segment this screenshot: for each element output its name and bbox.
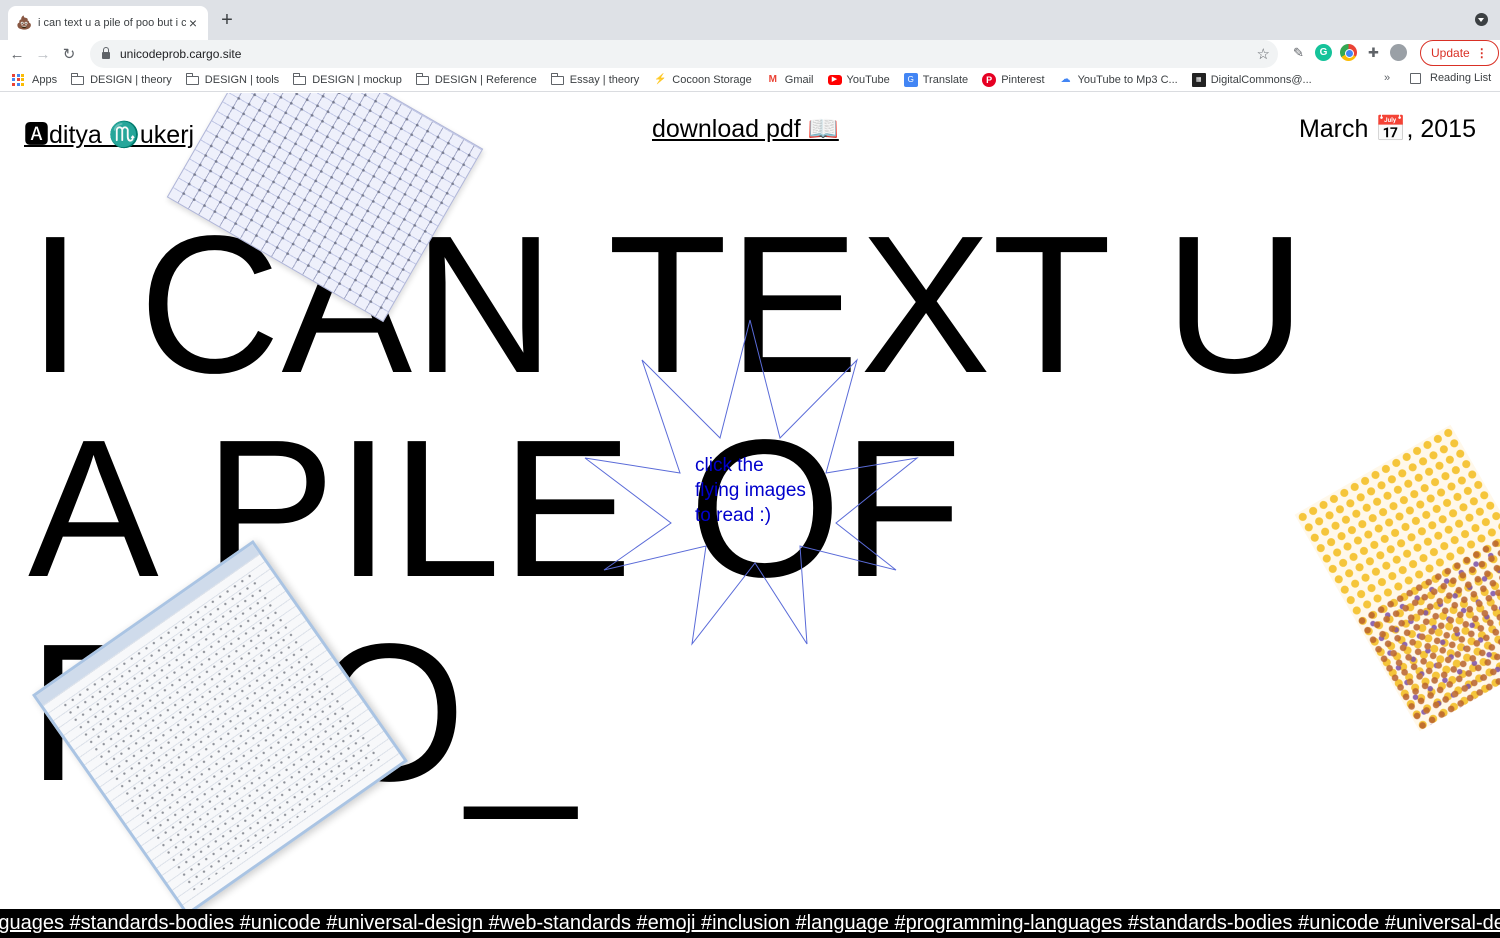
starburst-line: to read :) — [695, 505, 772, 526]
bolt-icon: ⚡ — [654, 73, 667, 85]
web-page: I CAN TEXT U A PILE OF POO_ 🅰ditya ♏uker… — [0, 93, 1500, 938]
bookmark-youtube-mp3[interactable]: ☁ YouTube to Mp3 C... — [1059, 73, 1178, 87]
apps-grid-icon — [12, 73, 24, 86]
bookmark-star-icon[interactable]: ☆ — [1257, 45, 1270, 63]
bookmark-design-theory[interactable]: DESIGN | theory — [70, 73, 172, 86]
bookmark-label: DESIGN | theory — [90, 73, 172, 86]
bookmark-label: DESIGN | Reference — [434, 73, 537, 86]
pinterest-icon: P — [982, 72, 997, 87]
folder-icon — [185, 73, 199, 85]
bookmark-label: DESIGN | mockup — [312, 73, 402, 86]
profile-avatar-icon[interactable] — [1390, 44, 1407, 61]
reading-list-button[interactable]: Reading List — [1410, 72, 1491, 84]
address-bar[interactable]: unicodeprob.cargo.site ☆ — [90, 40, 1278, 68]
folder-icon — [292, 73, 307, 85]
flying-emoji-chart-image[interactable] — [1294, 424, 1500, 732]
close-tab-icon[interactable]: × — [186, 15, 200, 31]
extensions-puzzle-icon[interactable]: ✚ — [1365, 44, 1382, 61]
author-link[interactable]: 🅰ditya ♏ukerj — [24, 115, 194, 151]
browser-tab-strip: 💩 i can text u a pile of poo but i c × + — [0, 0, 1500, 40]
browser-tab[interactable]: 💩 i can text u a pile of poo but i c × — [8, 6, 208, 40]
reading-list-icon — [1410, 72, 1421, 84]
reload-icon[interactable]: ↻ — [56, 45, 82, 63]
bookmark-cocoon-storage[interactable]: ⚡ Cocoon Storage — [653, 73, 752, 87]
bookmark-design-mockup[interactable]: DESIGN | mockup — [292, 73, 402, 86]
bookmark-design-tools[interactable]: DESIGN | tools — [185, 73, 280, 86]
bookmark-youtube[interactable]: ▶ YouTube — [827, 73, 890, 86]
new-tab-button[interactable]: + — [216, 9, 238, 31]
bookmark-label: YouTube to Mp3 C... — [1077, 73, 1178, 86]
update-button[interactable]: Update ⋮ — [1420, 40, 1499, 66]
bookmark-label: Cocoon Storage — [672, 73, 752, 86]
forward-arrow-icon[interactable]: → — [30, 46, 56, 63]
hashtag-marquee: -languages #standards-bodies #unicode #u… — [0, 909, 1500, 938]
folder-icon — [550, 73, 564, 85]
bookmark-essay-theory[interactable]: Essay | theory — [550, 73, 640, 86]
tab-title: i can text u a pile of poo but i c — [38, 17, 186, 29]
tab-search-icon[interactable] — [1475, 13, 1488, 26]
download-cloud-icon: ☁ — [1060, 73, 1071, 85]
bookmark-gmail[interactable]: M Gmail — [766, 73, 814, 87]
extension-icons: ✎ G ✚ — [1290, 44, 1407, 61]
more-bookmarks-chevron-icon[interactable]: » — [1384, 72, 1390, 84]
bookmark-label: Gmail — [784, 73, 814, 86]
bookmark-pinterest[interactable]: P Pinterest — [982, 72, 1045, 87]
bookmark-digitalcommons[interactable]: ▦ DigitalCommons@... — [1191, 72, 1312, 87]
kebab-menu-icon: ⋮ — [1475, 46, 1488, 60]
bookmark-label: DESIGN | tools — [204, 73, 280, 86]
hashtag-links[interactable]: -languages #standards-bodies #unicode #u… — [0, 912, 1500, 935]
bookmark-apps[interactable]: Apps — [12, 73, 58, 86]
bookmark-label: DigitalCommons@... — [1210, 73, 1312, 86]
chrome-extension-icon[interactable] — [1340, 44, 1357, 61]
bookmarks-bar: Apps DESIGN | theory DESIGN | tools DESI… — [0, 68, 1500, 92]
bookmark-translate[interactable]: G Translate — [903, 72, 969, 87]
poo-favicon-icon: 💩 — [16, 15, 33, 30]
bookmark-label: Pinterest — [1001, 73, 1045, 86]
starburst-caption: click the flying images to read :) — [695, 453, 845, 528]
site-icon: ▦ — [1191, 72, 1206, 87]
bookmark-label: Apps — [32, 73, 58, 86]
bookmark-label: Essay | theory — [569, 73, 640, 86]
bookmark-design-reference[interactable]: DESIGN | Reference — [415, 73, 537, 86]
gmail-icon: M — [768, 73, 777, 85]
update-label: Update — [1431, 46, 1470, 60]
folder-icon — [415, 73, 429, 85]
url-text[interactable]: unicodeprob.cargo.site — [120, 47, 1257, 61]
download-pdf-link[interactable]: download pdf 📖 — [652, 115, 839, 144]
youtube-icon: ▶ — [827, 74, 842, 85]
eyedropper-extension-icon[interactable]: ✎ — [1290, 44, 1307, 61]
browser-toolbar: ← → ↻ unicodeprob.cargo.site ☆ ✎ G ✚ Upd… — [0, 40, 1500, 68]
folder-icon — [70, 73, 85, 85]
publish-date: March 📅, 2015 — [1298, 115, 1476, 143]
back-arrow-icon[interactable]: ← — [4, 46, 30, 63]
starburst-line: flying images — [695, 480, 806, 501]
reading-list-label: Reading List — [1430, 72, 1492, 84]
translate-icon: G — [903, 72, 918, 87]
lock-icon — [102, 47, 110, 59]
grammarly-extension-icon[interactable]: G — [1315, 44, 1332, 61]
bookmark-label: Translate — [922, 73, 969, 86]
bookmark-label: YouTube — [846, 73, 890, 86]
starburst-line: click the — [695, 455, 764, 476]
